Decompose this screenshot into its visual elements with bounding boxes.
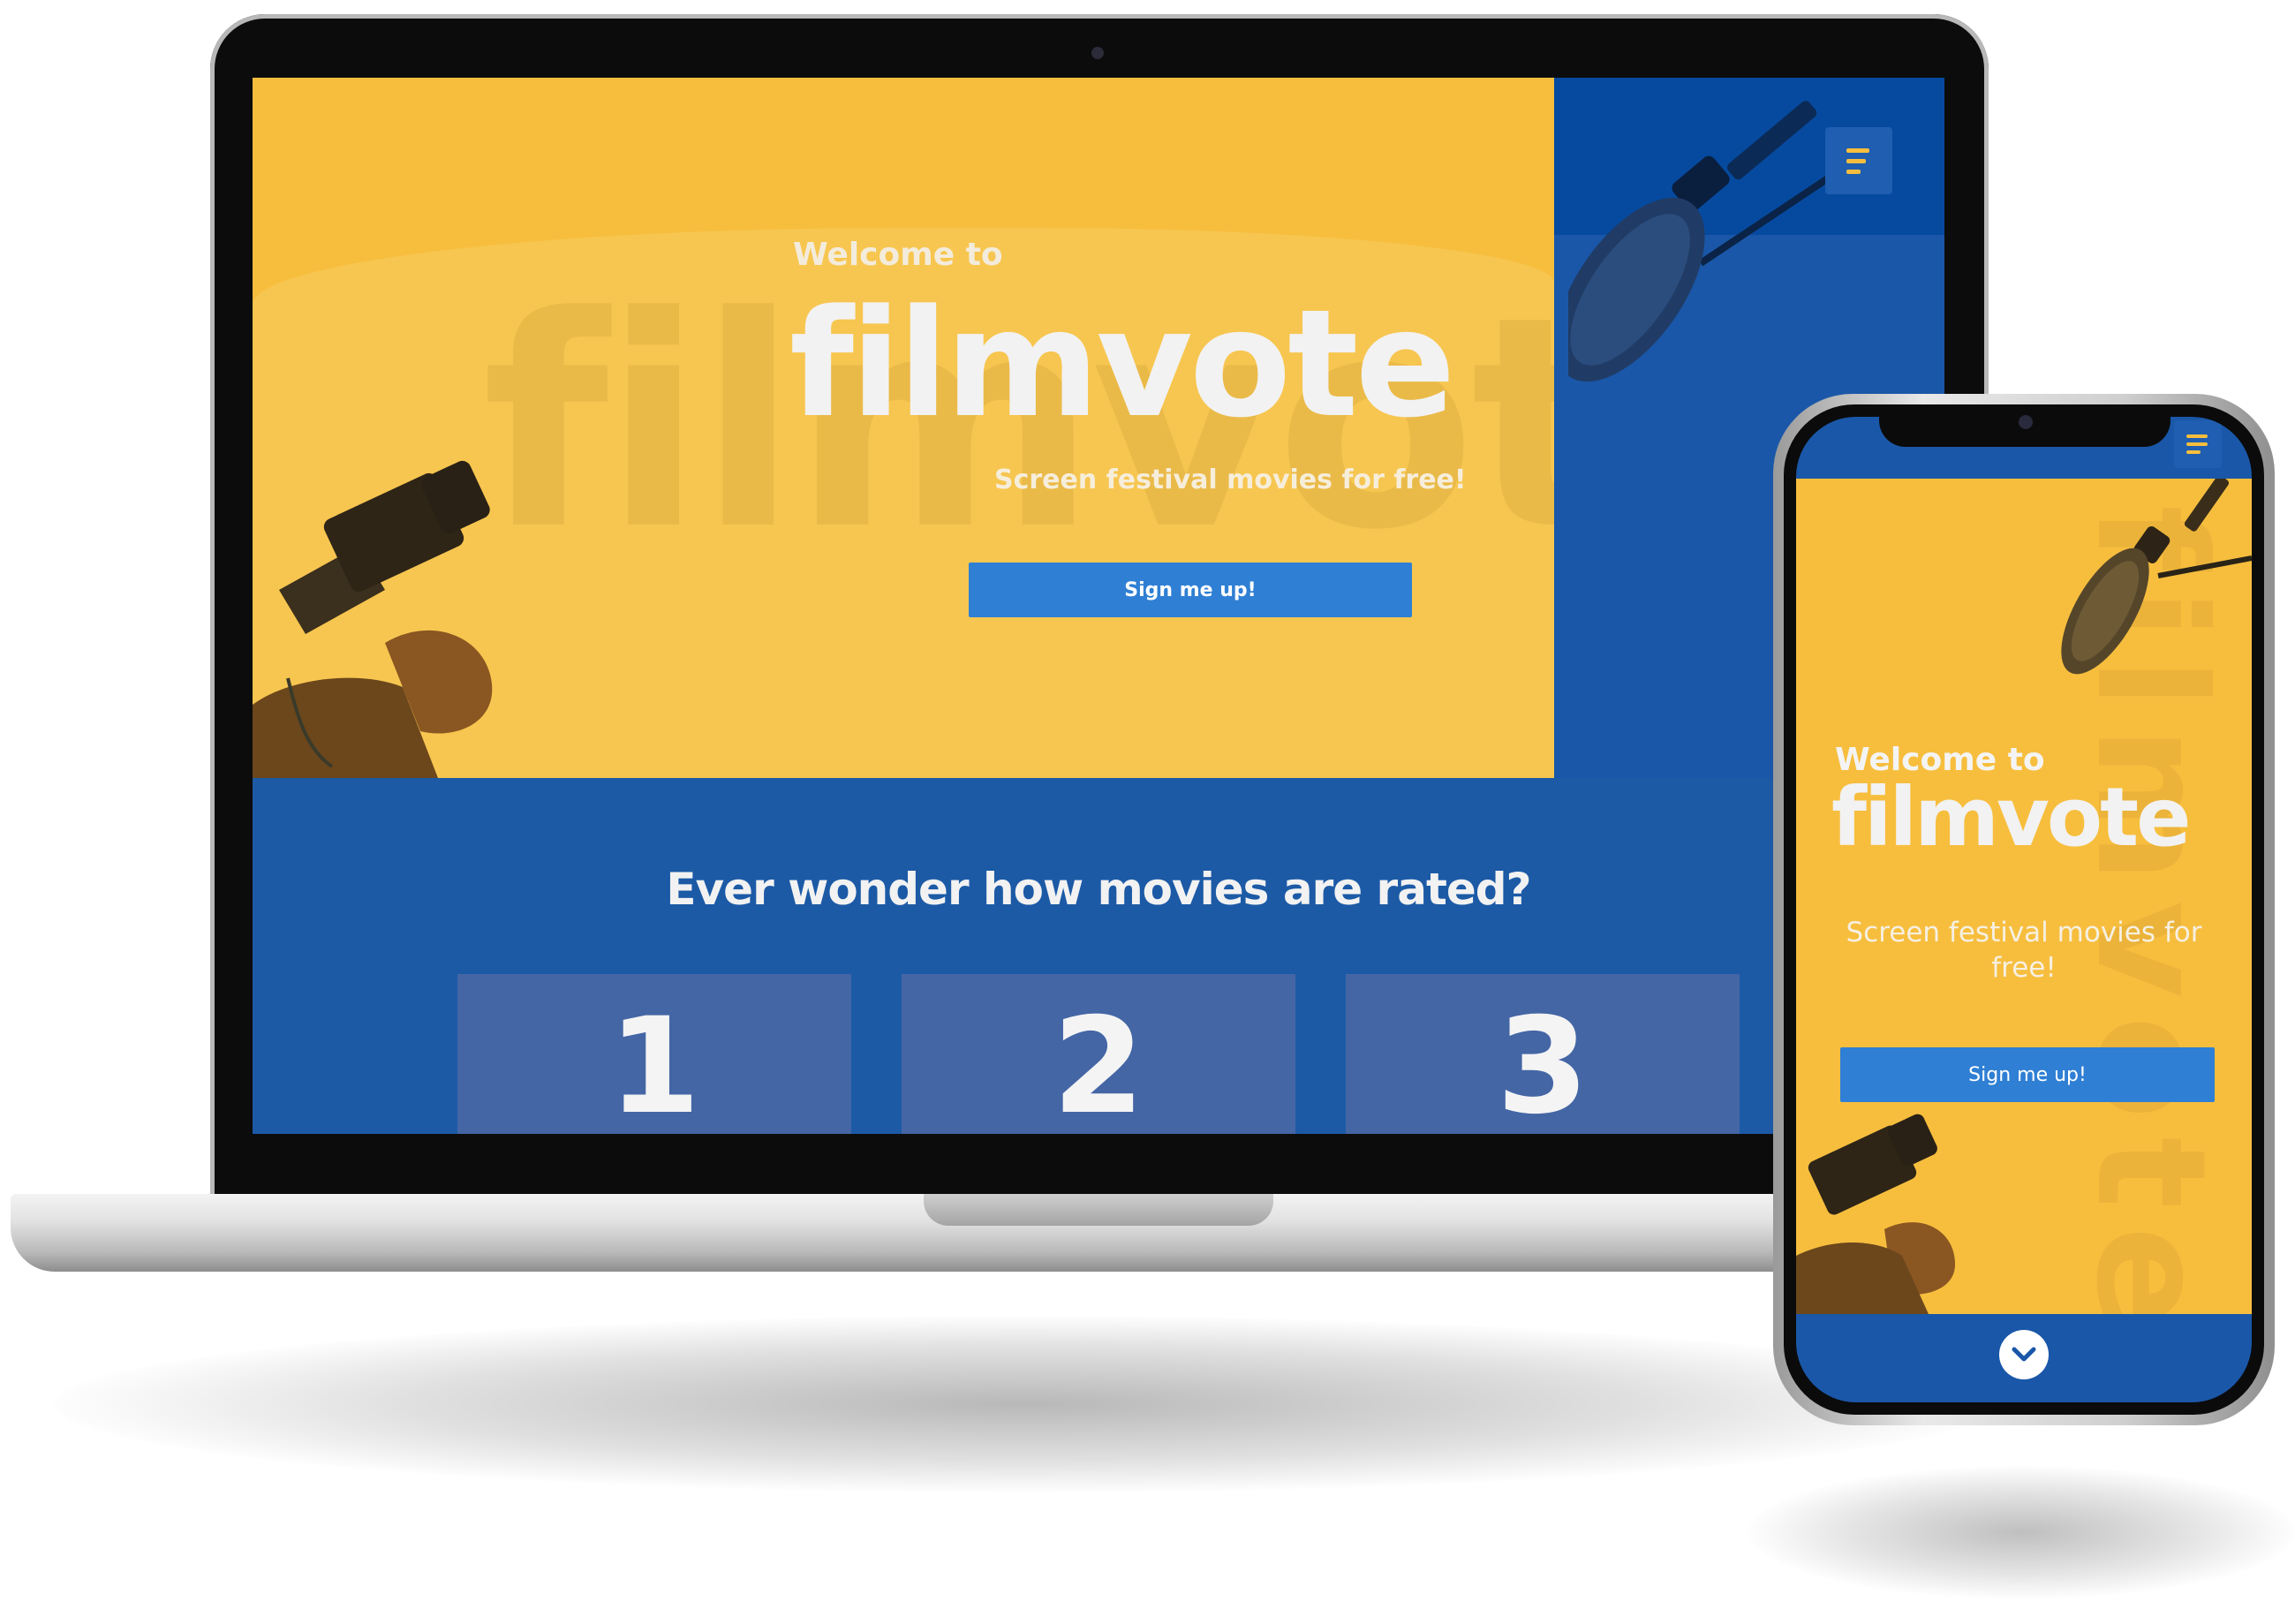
laptop-hinge-notch: [924, 1194, 1273, 1226]
welcome-text: Welcome to: [793, 237, 1003, 273]
step-card-3: 3: [1346, 974, 1740, 1134]
menu-bar: [1846, 147, 1869, 153]
laptop-shadow: [53, 1316, 1996, 1492]
phone-hamburger-menu-icon[interactable]: [2174, 420, 2222, 468]
boom-microphone-icon: [1568, 101, 1862, 382]
laptop-camera: [1091, 47, 1104, 59]
phone-hero-section: filmvote Welcome to filmvote Screen fest…: [1796, 479, 2252, 1314]
phone-shadow: [1748, 1466, 2295, 1598]
step-card-1: 1: [457, 974, 851, 1134]
chevron-down-icon: [2012, 1347, 2036, 1362]
phone-hero-tagline: Screen festival movies for free!: [1846, 917, 2202, 984]
boom-microphone-icon: [2061, 479, 2252, 675]
hero-section: filmvote Welcome to filmvote Screen fest…: [253, 78, 1554, 778]
laptop-screen: filmvote Welcome to filmvote Screen fest…: [253, 78, 1944, 1134]
menu-bar: [1846, 169, 1861, 174]
menu-bar: [2186, 450, 2201, 454]
phone-brand-logo: filmvote: [1831, 770, 2192, 865]
menu-bar: [2186, 434, 2208, 438]
section-heading: Ever wonder how movies are rated?: [666, 864, 1531, 915]
step-card-2: 2: [902, 974, 1295, 1134]
phone-screen: filmvote Welcome to filmvote Screen fest…: [1796, 417, 2252, 1402]
hamburger-menu-icon[interactable]: [1825, 127, 1892, 194]
scroll-down-chevron-icon[interactable]: [1999, 1330, 2049, 1379]
video-camera-icon: [1796, 1114, 1955, 1314]
phone-camera: [2019, 415, 2033, 429]
menu-bar: [2186, 442, 2208, 446]
menu-bar: [1846, 158, 1866, 163]
video-camera-icon: [253, 460, 493, 778]
hero-tagline: Screen festival movies for free!: [994, 465, 1467, 495]
sign-up-button[interactable]: Sign me up!: [969, 563, 1412, 617]
phone-sign-up-button[interactable]: Sign me up!: [1840, 1047, 2215, 1102]
brand-logo: filmvote: [789, 277, 1455, 450]
